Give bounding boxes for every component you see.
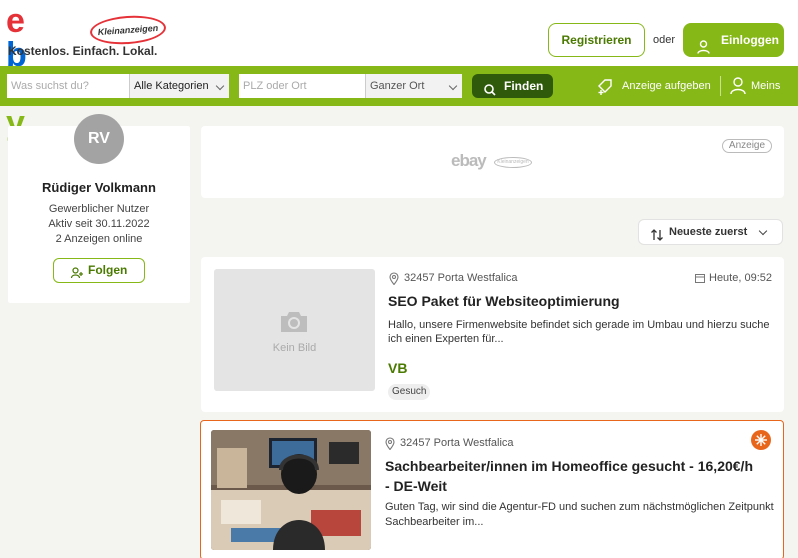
category-select[interactable]: Alle Kategorien — [129, 74, 229, 98]
tagline: Kostenlos. Einfach. Lokal. — [8, 44, 158, 58]
search-icon — [484, 80, 496, 104]
mine-link[interactable]: Meins — [730, 77, 780, 95]
sort-select[interactable]: Neueste zuerst — [638, 219, 783, 245]
follow-icon — [70, 264, 83, 287]
avatar: RV — [74, 114, 124, 164]
listing-photo-illustration — [211, 430, 371, 550]
find-button[interactable]: Finden — [472, 74, 553, 98]
post-ad-link[interactable]: Anzeige aufgeben — [596, 77, 711, 95]
search-input[interactable]: Was suchst du? — [7, 74, 130, 98]
listing-title-line[interactable]: - DE-Weit — [385, 476, 447, 496]
listing-title[interactable]: SEO Paket für Websiteoptimierung — [388, 291, 620, 311]
person-icon — [730, 77, 746, 101]
chevron-down-icon — [448, 81, 458, 91]
listing-location-text: 32457 Porta Westfalica — [400, 437, 514, 449]
follow-button[interactable]: Folgen — [53, 258, 145, 283]
or-label: oder — [653, 34, 676, 46]
listing-description-line: ich einen Experten für... — [388, 333, 504, 345]
nav-divider — [720, 76, 721, 96]
listing-image[interactable] — [211, 430, 371, 550]
logo-letter-e: e — [6, 2, 25, 40]
listing-date: Heute, 09:52 — [695, 272, 772, 284]
listing-price: VB — [388, 360, 408, 376]
calendar-icon — [695, 273, 705, 286]
listing-title-line[interactable]: Sachbearbeiter/innen im Homeoffice gesuc… — [385, 456, 753, 476]
ad-banner-logo: ebay — [451, 151, 487, 170]
no-image-label: Kein Bild — [272, 342, 317, 354]
user-type: Gewerblicher Nutzer — [48, 203, 150, 215]
add-ad-icon — [596, 77, 614, 101]
location-pin-icon — [389, 272, 399, 288]
user-icon — [697, 33, 710, 67]
sort-icon — [651, 226, 663, 250]
listing-description-line: Sachbearbeiter im... — [385, 516, 484, 528]
ad-banner[interactable] — [201, 126, 784, 198]
listing-location: 32457 Porta Westfalica — [385, 437, 514, 451]
listing-location-text: 32457 Porta Westfalica — [404, 272, 518, 284]
listing-tag: Gesuch — [388, 384, 431, 400]
mine-label: Meins — [751, 80, 781, 92]
location-pin-icon — [385, 437, 395, 453]
chevron-down-icon — [215, 81, 225, 91]
seller-name: Rüdiger Volkmann — [42, 180, 156, 195]
listing-location: 32457 Porta Westfalica — [389, 272, 518, 286]
find-label: Finden — [504, 79, 544, 93]
post-ad-label: Anzeige aufgeben — [622, 80, 711, 92]
logo-badge: Kleinanzeigen — [89, 13, 167, 47]
header: ebay Kleinanzeigen Kostenlos. Einfach. L… — [0, 0, 798, 140]
location-input[interactable]: PLZ oder Ort — [239, 74, 366, 98]
ads-online: 2 Anzeigen online — [55, 233, 143, 245]
ad-badge: Anzeige — [722, 139, 772, 153]
follow-label: Folgen — [88, 263, 128, 277]
top-ad-star-icon — [751, 430, 771, 450]
listing-description-line: Guten Tag, wir sind die Agentur-FD und s… — [385, 501, 774, 513]
login-button[interactable]: Einloggen — [683, 23, 784, 57]
listing-date-text: Heute, 09:52 — [709, 272, 772, 284]
ad-banner-logo-badge: Kleinanzeigen — [494, 157, 532, 168]
category-value: Alle Kategorien — [134, 80, 209, 92]
chevron-down-icon — [758, 226, 768, 236]
camera-icon — [278, 310, 310, 337]
radius-value: Ganzer Ort — [370, 80, 425, 92]
sort-label: Neueste zuerst — [669, 226, 748, 238]
login-label: Einloggen — [721, 33, 779, 47]
active-since: Aktiv seit 30.11.2022 — [48, 218, 150, 230]
radius-select[interactable]: Ganzer Ort — [365, 74, 462, 98]
register-button[interactable]: Registrieren — [548, 23, 645, 57]
